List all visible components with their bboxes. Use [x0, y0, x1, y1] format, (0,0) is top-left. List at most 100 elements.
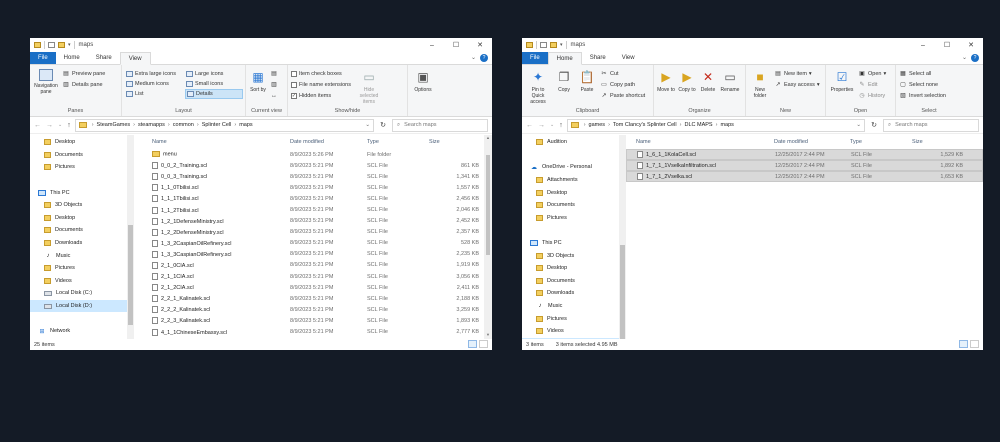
select-all-button[interactable]: ▦ Select all [899, 69, 946, 78]
breadcrumb-item[interactable]: maps [239, 122, 252, 128]
file-row[interactable]: 1_1_2Tbilisi.scl 8/9/2023 5:21 PM SCL File… [134, 204, 492, 215]
forward-arrow-icon[interactable]: → [538, 122, 545, 129]
nav-item-documents[interactable]: Documents [522, 199, 626, 212]
file-row[interactable]: 1_1_1Tbilisi.scl 8/9/2023 5:21 PM SCL File… [134, 193, 492, 204]
cut-button[interactable]: ✂ Cut [600, 69, 645, 78]
layout-large-icons[interactable]: Large icons [185, 69, 243, 79]
details-view-icon[interactable] [959, 340, 968, 348]
tab-home[interactable]: Home [56, 52, 88, 64]
nav-item-downloads[interactable]: Downloads [30, 237, 134, 250]
recent-dropdown-icon[interactable]: ⌄ [58, 122, 62, 129]
column-type[interactable]: Type [850, 139, 912, 145]
chevron-down-icon[interactable]: ⌄ [365, 122, 370, 128]
nav-item-attachments[interactable]: Attachments [522, 174, 626, 187]
paste-shortcut-button[interactable]: ↗ Paste shortcut [600, 91, 645, 100]
nav-item-pictures[interactable]: Pictures [30, 262, 134, 275]
nav-scrollbar[interactable] [619, 135, 626, 339]
breadcrumb-item[interactable]: games [589, 122, 606, 128]
tab-view[interactable]: View [119, 52, 151, 65]
file-row[interactable]: 0_0_3_Training.scl 8/9/2023 5:21 PM SCL Fi… [134, 171, 492, 182]
properties-icon[interactable] [540, 42, 547, 48]
column-size[interactable]: Size [912, 139, 962, 145]
close-icon[interactable]: ✕ [959, 38, 983, 52]
add-columns-button[interactable]: ▥ [270, 80, 278, 89]
file-row[interactable]: 1_3_3CaspianOilRefinery.scl 8/9/2023 5:21… [134, 249, 492, 260]
up-arrow-icon[interactable]: ↑ [67, 122, 71, 129]
column-name[interactable]: Name [636, 139, 774, 145]
nav-item-onedrive-personal[interactable]: ☁ OneDrive - Personal [522, 161, 626, 174]
nav-item-3d-objects[interactable]: 3D Objects [522, 249, 626, 262]
tab-share[interactable]: Share [88, 52, 120, 64]
large-icons-view-icon[interactable] [479, 340, 488, 348]
column-date-modified[interactable]: Date modified [774, 139, 850, 145]
column-date-modified[interactable]: Date modified [290, 139, 367, 145]
customize-arrow-icon[interactable]: ▾ [560, 42, 563, 48]
search-input[interactable]: ⌕ Search maps [392, 118, 488, 132]
layout-details[interactable]: Details [185, 89, 243, 99]
nav-item-pictures[interactable]: Pictures [522, 212, 626, 225]
layout-list[interactable]: List [125, 89, 183, 99]
open-button[interactable]: ▣ Open ▾ [858, 69, 886, 78]
back-arrow-icon[interactable]: ← [34, 122, 41, 129]
maximize-icon[interactable]: ☐ [935, 38, 959, 52]
layout-medium-icons[interactable]: Medium icons [125, 79, 183, 89]
nav-scrollbar[interactable] [127, 135, 134, 339]
file-row[interactable]: 1_1_0Tbilisi.scl 8/9/2023 5:21 PM SCL File… [134, 182, 492, 193]
file-row[interactable]: 1_7_1_1VselkaInfiltration.scl 12/25/2017 … [626, 160, 983, 172]
tab-file[interactable]: File [30, 52, 56, 64]
easy-access-button[interactable]: ↗ Easy access ▾ [774, 80, 819, 89]
nav-item-videos[interactable]: Videos [30, 275, 134, 288]
nav-item-documents[interactable]: Documents [30, 224, 134, 237]
folder-row[interactable]: menu 8/9/2023 5:26 PM File folder [134, 149, 492, 160]
minimize-icon[interactable]: – [911, 38, 935, 52]
close-icon[interactable]: ✕ [468, 38, 492, 52]
minimize-icon[interactable]: – [420, 38, 444, 52]
history-button[interactable]: ◷ History [858, 91, 886, 100]
column-size[interactable]: Size [429, 139, 479, 145]
file-row[interactable]: 2_2_1_Kalinatek.scl 8/9/2023 5:21 PM SCL F… [134, 293, 492, 304]
new-folder-icon[interactable] [58, 42, 65, 48]
forward-arrow-icon[interactable]: → [46, 122, 53, 129]
breadcrumb-item[interactable]: common [173, 122, 194, 128]
file-row[interactable]: 2_1_1CIA.scl 8/9/2023 5:21 PM SCL File 3,05… [134, 271, 492, 282]
item-check-boxes-toggle[interactable]: Item check boxes [291, 69, 351, 78]
nav-item-local-disk-d[interactable]: Local Disk (D:) [30, 299, 134, 313]
layout-small-icons[interactable]: Small icons [185, 79, 243, 89]
nav-item-network[interactable]: ⊞ Network [30, 325, 134, 338]
nav-item-this-pc[interactable]: This PC [30, 186, 134, 199]
scrollbar-thumb[interactable] [486, 155, 490, 255]
nav-item-pictures[interactable]: Pictures [522, 312, 626, 325]
details-pane-button[interactable]: ▥ Details pane [62, 80, 105, 89]
file-row[interactable]: 2_2_2_Kalinatek.scl 8/9/2023 5:21 PM SCL F… [134, 304, 492, 315]
scrollbar-thumb[interactable] [620, 245, 625, 339]
file-row[interactable]: 2_2_3_Kalinatek.scl 8/9/2023 5:21 PM SCL F… [134, 315, 492, 326]
refresh-icon[interactable]: ↻ [378, 121, 388, 129]
chevron-down-icon[interactable]: ⌄ [962, 54, 967, 61]
customize-arrow-icon[interactable]: ▾ [68, 42, 71, 48]
group-by-button[interactable]: ▤ [270, 69, 278, 78]
tab-home[interactable]: Home [547, 52, 582, 65]
nav-item-3d-objects[interactable]: 3D Objects [30, 199, 134, 212]
nav-item-desktop[interactable]: Desktop [522, 186, 626, 199]
scrollbar-thumb[interactable] [128, 225, 133, 325]
nav-item-desktop[interactable]: Desktop [30, 136, 134, 149]
maximize-icon[interactable]: ☐ [444, 38, 468, 52]
nav-item-music[interactable]: ♪ Music [30, 249, 134, 262]
breadcrumb-item[interactable]: SteamGames [97, 122, 131, 128]
copy-path-button[interactable]: ▭ Copy path [600, 80, 645, 89]
breadcrumb-item[interactable]: maps [720, 122, 733, 128]
nav-item-audition[interactable]: Audition [522, 136, 626, 149]
breadcrumb-item[interactable]: Splinter Cell [202, 122, 232, 128]
edit-button[interactable]: ✎ Edit [858, 80, 886, 89]
nav-item-local-disk-c[interactable]: Local Disk (C:) [30, 287, 134, 300]
nav-item-videos[interactable]: Videos [522, 325, 626, 338]
scroll-up-icon[interactable]: ▲ [484, 135, 492, 142]
properties-icon[interactable] [48, 42, 55, 48]
tab-file[interactable]: File [522, 52, 548, 64]
file-row[interactable]: 1_2_1DefenseMinistry.scl 8/9/2023 5:21 PM… [134, 216, 492, 227]
preview-pane-button[interactable]: ▤ Preview pane [62, 69, 105, 78]
file-row[interactable]: 2_1_2CIA.scl 8/9/2023 5:21 PM SCL File 2,41… [134, 282, 492, 293]
help-icon[interactable]: ? [971, 54, 979, 62]
breadcrumb-item[interactable]: DLC MAPS [684, 122, 712, 128]
path-box[interactable]: › SteamGames › steamapps › common › Spli… [74, 118, 374, 132]
